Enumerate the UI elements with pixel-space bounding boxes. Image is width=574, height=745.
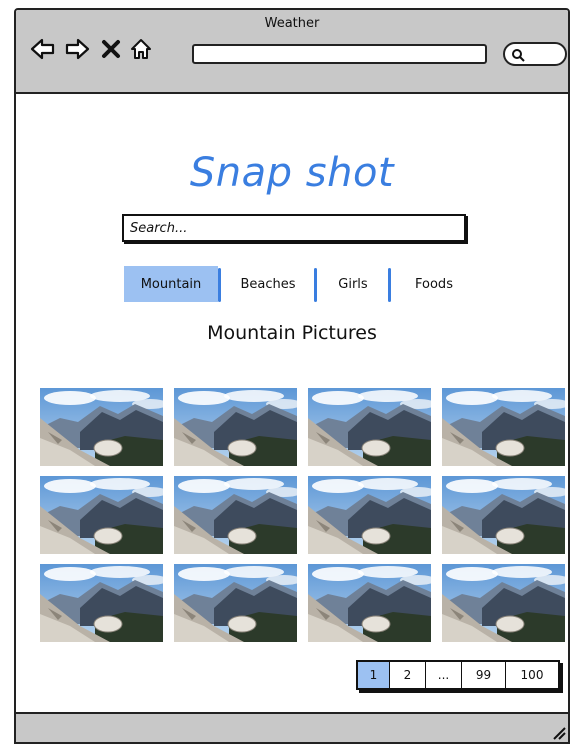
mountain-photo-image [40,564,163,642]
mountain-photo-image [174,564,297,642]
status-bar [16,712,568,742]
mountain-photo-image [40,388,163,466]
gallery-thumbnail[interactable] [442,476,565,554]
gallery-thumbnail[interactable] [442,564,565,642]
tab-foods[interactable]: Foods [392,266,476,302]
page-2-button[interactable]: 2 [390,662,426,688]
gallery-thumbnail[interactable] [174,476,297,554]
search-field[interactable] [122,214,466,242]
page-100-button[interactable]: 100 [506,662,558,688]
tab-beaches[interactable]: Beaches [222,266,314,302]
gallery-thumbnail[interactable] [442,388,565,466]
gallery-thumbnail[interactable] [174,388,297,466]
mountain-photo-image [174,388,297,466]
gallery-thumbnail[interactable] [174,564,297,642]
browser-toolbar: Weather [16,10,568,94]
page-ellipsis-button: ... [426,662,462,688]
forward-arrow-icon[interactable] [64,36,90,62]
address-bar[interactable] [192,44,487,64]
back-arrow-icon[interactable] [30,36,56,62]
page-1-button[interactable]: 1 [358,662,390,688]
search-input[interactable] [124,216,464,240]
gallery-thumbnail[interactable] [40,388,163,466]
browser-window: Weather Snap shot Mountain Beaches Girls… [14,8,570,744]
mountain-photo-image [308,388,431,466]
mountain-photo-image [442,388,565,466]
tab-girls[interactable]: Girls [318,266,388,302]
gallery-thumbnail[interactable] [308,388,431,466]
resize-handle-icon[interactable] [550,724,566,740]
close-x-icon[interactable] [98,36,124,62]
mountain-photo-image [308,476,431,554]
mountain-photo-image [174,476,297,554]
browser-search-pill[interactable] [503,42,567,66]
page-99-button[interactable]: 99 [462,662,506,688]
tab-mountain[interactable]: Mountain [124,266,218,302]
mountain-photo-image [442,564,565,642]
mountain-photo-image [40,476,163,554]
window-title: Weather [264,16,320,31]
home-icon[interactable] [128,36,154,62]
search-icon [512,49,525,62]
gallery-title: Mountain Pictures [207,322,377,344]
tab-divider [314,268,317,302]
mountain-photo-image [442,476,565,554]
brand-title: Snap shot [189,150,395,196]
tab-divider [388,268,391,302]
gallery-thumbnail[interactable] [40,476,163,554]
gallery-thumbnail[interactable] [40,564,163,642]
tab-divider [218,268,221,302]
pagination: 1 2... 99 100 [356,660,560,690]
mountain-photo-image [308,564,431,642]
gallery-thumbnail[interactable] [308,476,431,554]
gallery-thumbnail[interactable] [308,564,431,642]
